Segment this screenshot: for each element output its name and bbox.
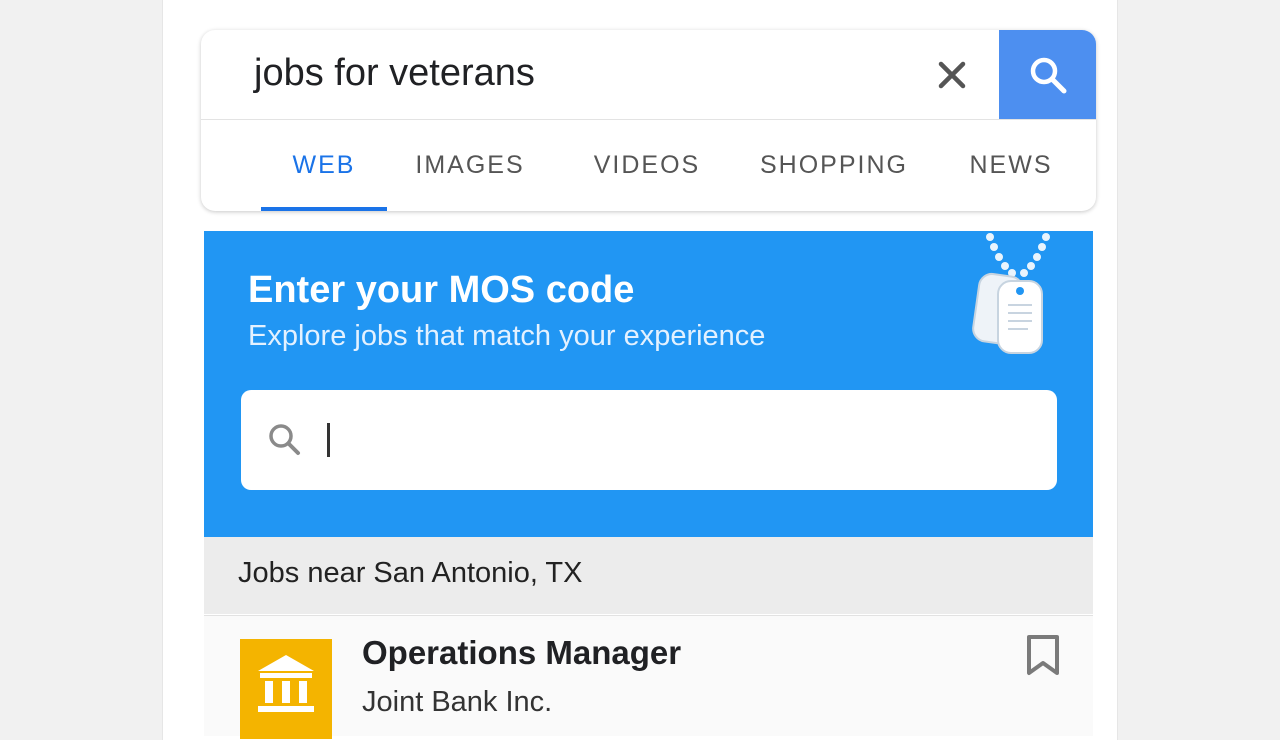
mos-title: Enter your MOS code — [248, 269, 635, 311]
tab-images[interactable]: IMAGES — [397, 120, 543, 211]
tab-videos[interactable]: VIDEOS — [576, 120, 718, 211]
close-icon — [938, 61, 966, 89]
jobs-header-label: Jobs near San Antonio, TX — [238, 557, 583, 589]
job-list-item[interactable]: Operations Manager Joint Bank Inc. — [204, 615, 1093, 739]
search-card: jobs for veterans WEB IMAGES VIDEOS SHOP… — [201, 30, 1096, 211]
company-logo — [240, 639, 332, 739]
search-icon — [269, 424, 300, 455]
bank-icon — [258, 655, 314, 712]
search-query[interactable]: jobs for veterans — [254, 52, 535, 95]
job-title[interactable]: Operations Manager — [362, 634, 681, 672]
tab-web[interactable]: WEB — [261, 120, 387, 211]
active-tab-indicator — [261, 207, 387, 211]
clear-button[interactable] — [925, 48, 979, 102]
mos-card: Enter your MOS code Explore jobs that ma… — [204, 231, 1093, 537]
mos-code-input[interactable] — [241, 390, 1057, 490]
search-button[interactable] — [999, 30, 1096, 120]
job-company: Joint Bank Inc. — [362, 686, 553, 718]
mos-subtitle: Explore jobs that match your experience — [248, 320, 766, 352]
dog-tags-icon — [972, 233, 1050, 354]
tab-shopping[interactable]: SHOPPING — [745, 120, 923, 211]
tab-news[interactable]: NEWS — [953, 120, 1069, 211]
search-icon — [1030, 57, 1066, 94]
bookmark-icon[interactable] — [1026, 634, 1060, 676]
jobs-section-header: Jobs near San Antonio, TX — [204, 537, 1093, 614]
search-tabs: WEB IMAGES VIDEOS SHOPPING NEWS — [201, 120, 1096, 211]
text-cursor — [327, 423, 330, 457]
